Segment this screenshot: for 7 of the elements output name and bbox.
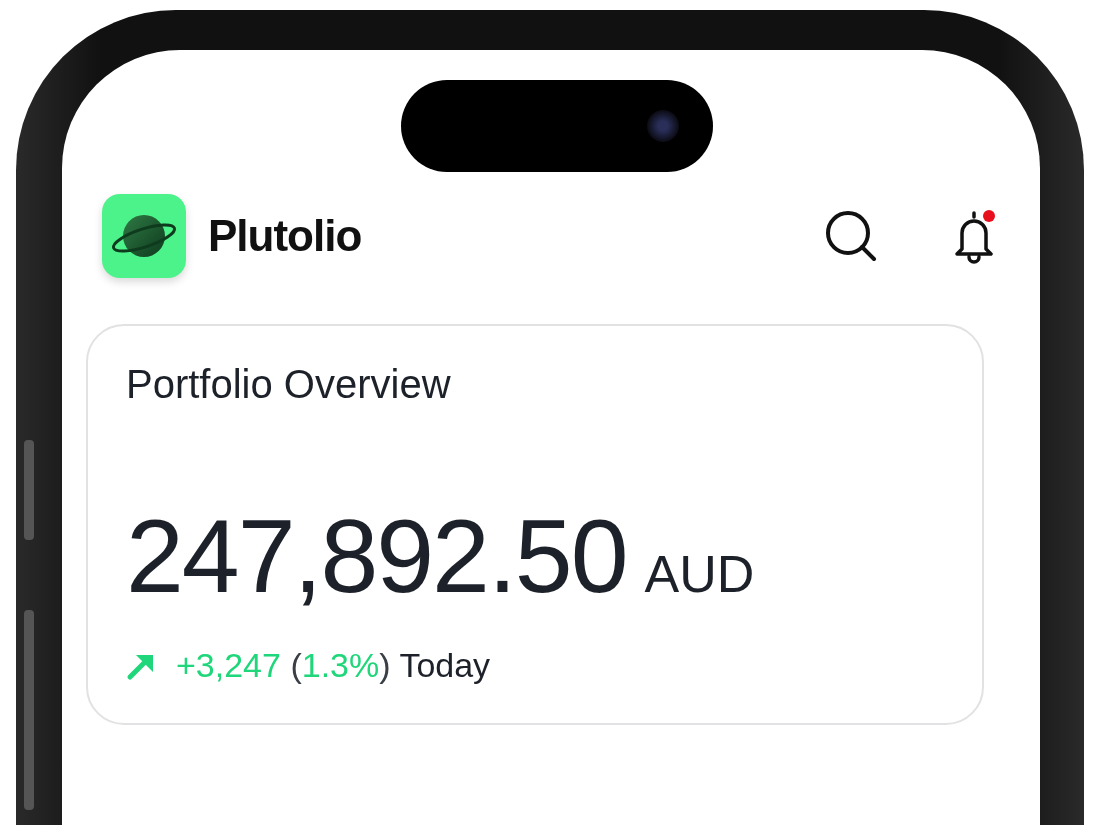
- currency-label: AUD: [644, 544, 755, 604]
- search-icon[interactable]: [824, 210, 878, 262]
- card-title: Portfolio Overview: [126, 362, 452, 407]
- daily-change-text: +3,247 (1.3%) Today: [176, 646, 491, 685]
- planet-logo-icon: [102, 194, 186, 278]
- app-name: Plutolio: [208, 211, 362, 261]
- portfolio-value: 247,892.50: [126, 497, 627, 616]
